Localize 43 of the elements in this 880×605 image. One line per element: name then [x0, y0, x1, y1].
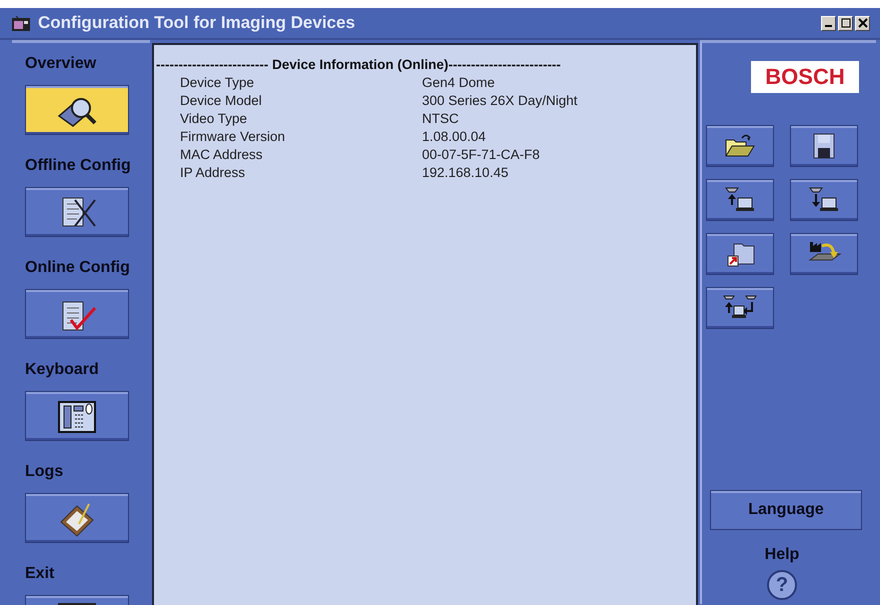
field-label: MAC Address	[180, 147, 264, 162]
sidebar-button[interactable]	[25, 85, 129, 135]
close-button[interactable]	[855, 16, 870, 30]
language-button[interactable]: Language	[710, 490, 862, 530]
field-value: 192.168.10.45	[422, 165, 510, 180]
sidebar-label: Overview	[25, 55, 98, 74]
app-icon	[12, 16, 30, 30]
field-label: Device Model	[180, 93, 263, 108]
close-icon	[858, 18, 868, 28]
maximize-button[interactable]	[838, 16, 853, 30]
section-heading: ------------------------- Device Information (Online)-------------------------	[156, 57, 562, 72]
field-value: 300 Series 26X Day/Night	[422, 93, 578, 108]
sidebar-button[interactable]	[25, 187, 129, 237]
tool-button[interactable]	[706, 233, 774, 275]
sidebar-label: Logs	[25, 463, 64, 482]
tool-button[interactable]	[706, 287, 774, 329]
sidebar-button[interactable]	[25, 493, 129, 543]
tool-button[interactable]	[790, 179, 858, 221]
field-value: 00-07-5F-71-CA-F8	[422, 147, 541, 162]
sidebar-button[interactable]	[25, 289, 129, 339]
sidebar-label: Online Config	[25, 259, 131, 278]
help-button[interactable]: ?	[767, 570, 797, 600]
minimize-icon	[825, 25, 832, 27]
sidebar-label: Offline Config	[25, 157, 132, 176]
brand-logo: BOSCH	[751, 61, 859, 93]
tool-button[interactable]	[706, 179, 774, 221]
tool-button[interactable]	[790, 233, 858, 275]
help-label: Help	[764, 546, 800, 564]
maximize-icon	[840, 18, 850, 28]
tool-button[interactable]	[706, 125, 774, 167]
sidebar-label: Keyboard	[25, 361, 100, 380]
field-value: 1.08.00.04	[422, 129, 487, 144]
field-label: Video Type	[180, 111, 248, 126]
minimize-button[interactable]	[821, 16, 836, 30]
field-value: Gen4 Dome	[422, 75, 496, 90]
field-label: Device Type	[180, 75, 256, 90]
sidebar-label: Exit	[25, 565, 56, 584]
field-value: NTSC	[422, 111, 460, 126]
field-label: IP Address	[180, 165, 246, 180]
sidebar-button[interactable]	[25, 391, 129, 441]
field-label: Firmware Version	[180, 129, 286, 144]
window-title: Configuration Tool for Imaging Devices	[38, 13, 356, 33]
tool-button[interactable]	[790, 125, 858, 167]
